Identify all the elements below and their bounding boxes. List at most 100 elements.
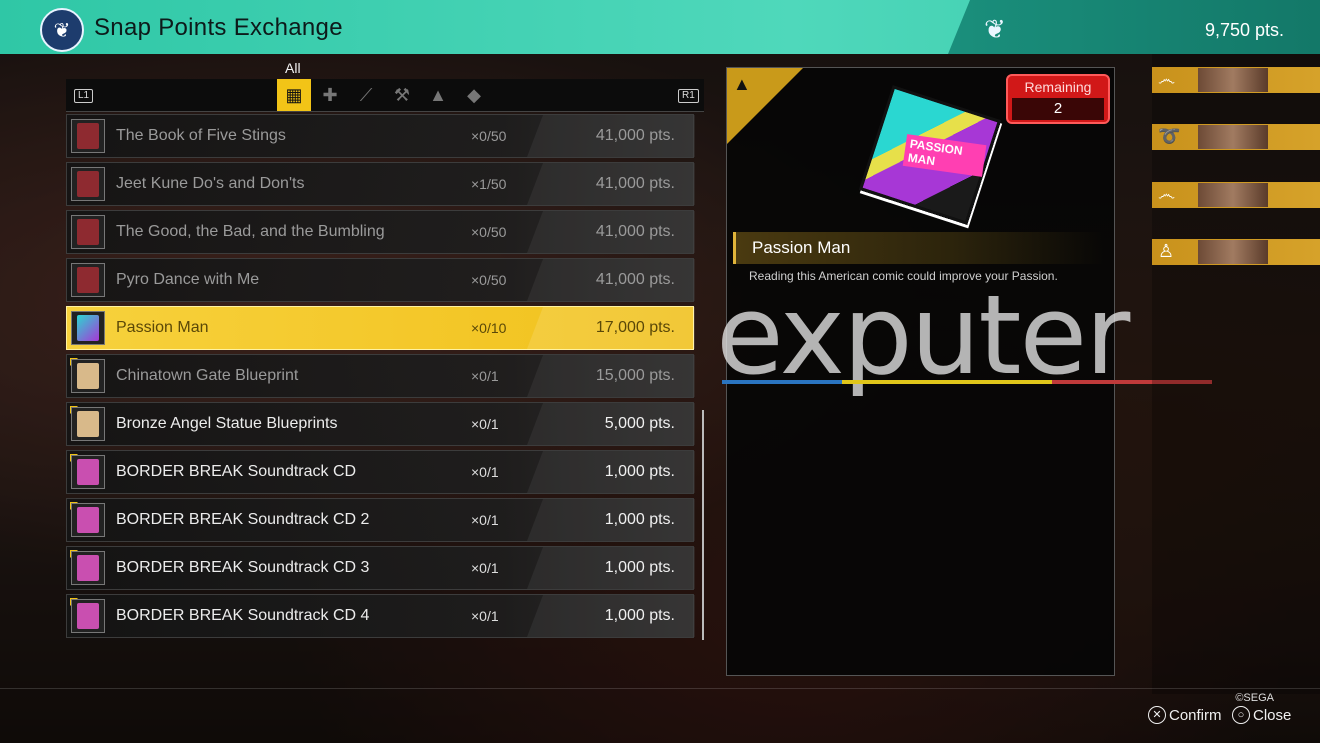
item-price: 5,000 pts.: [604, 415, 675, 432]
item-name: Bronze Angel Statue Blueprints: [116, 415, 338, 432]
footer-divider: [0, 688, 1320, 689]
item-name: BORDER BREAK Soundtrack CD: [116, 463, 357, 480]
party-member[interactable]: ෴: [1152, 182, 1320, 208]
party-member[interactable]: ෴: [1152, 67, 1320, 93]
comic-book-icon: [71, 311, 105, 345]
avatar: [1198, 68, 1268, 92]
party-member[interactable]: ♙: [1152, 239, 1320, 265]
confirm-button[interactable]: ✕ Confirm: [1148, 706, 1222, 724]
whip-icon: ➰: [1158, 126, 1181, 146]
item-name: Chinatown Gate Blueprint: [116, 367, 299, 384]
item-name: The Book of Five Stings: [116, 127, 286, 144]
item-name: Pyro Dance with Me: [116, 271, 260, 288]
tab-all-grid-icon[interactable]: ▦: [277, 79, 311, 111]
blueprint-icon: [71, 359, 105, 393]
list-item[interactable]: Bronze Angel Statue Blueprints ×0/1 5,00…: [66, 402, 695, 446]
page-title: Snap Points Exchange: [94, 14, 343, 41]
item-qty: ×0/1: [471, 464, 499, 480]
party-panel: [1152, 54, 1320, 694]
party-member[interactable]: ➰: [1152, 124, 1320, 150]
item-qty: ×0/1: [471, 560, 499, 576]
butterfly-icon: ❦: [40, 8, 84, 52]
item-price: 1,000 pts.: [604, 463, 675, 480]
remaining-value: 2: [1012, 98, 1104, 120]
cd-case-icon: [71, 551, 105, 585]
tab-diamond-icon[interactable]: ◆: [457, 79, 491, 111]
points-butterfly-icon: ❦: [984, 14, 1006, 44]
item-name: BORDER BREAK Soundtrack CD 4: [116, 607, 370, 624]
item-qty: ×0/1: [471, 608, 499, 624]
red-book-icon: [71, 263, 105, 297]
list-item[interactable]: The Book of Five Stings ×0/50 41,000 pts…: [66, 114, 695, 158]
points-balance: 9,750 pts.: [1204, 20, 1284, 40]
cd-case-icon: [71, 455, 105, 489]
category-tab-bar: L1 ▦ ✚ ⟋ ⚒ ▲ ◆ R1: [66, 79, 704, 112]
close-label: Close: [1253, 706, 1292, 724]
remaining-badge: Remaining 2: [1006, 74, 1110, 124]
item-qty: ×0/50: [471, 224, 507, 240]
person-icon: ♙: [1158, 241, 1175, 261]
circle-button-icon: ○: [1232, 706, 1250, 724]
blueprint-icon: [71, 407, 105, 441]
item-price: 1,000 pts.: [604, 559, 675, 576]
list-item-selected[interactable]: Passion Man ×0/10 17,000 pts.: [66, 306, 695, 350]
list-scrollbar[interactable]: [702, 410, 704, 640]
tab-medicine-plus-icon[interactable]: ✚: [313, 79, 347, 111]
copyright: ©SEGA: [1235, 692, 1274, 704]
item-qty: ×0/10: [471, 320, 507, 336]
list-item[interactable]: Jeet Kune Do's and Don'ts ×1/50 41,000 p…: [66, 162, 695, 206]
detail-item-name: Passion Man: [752, 238, 851, 257]
list-item[interactable]: BORDER BREAK Soundtrack CD 2 ×0/1 1,000 …: [66, 498, 695, 542]
watermark-underline-yellow: [842, 380, 1052, 384]
item-price: 17,000 pts.: [595, 319, 675, 336]
list-item[interactable]: Pyro Dance with Me ×0/50 41,000 pts.: [66, 258, 695, 302]
item-price: 41,000 pts.: [595, 271, 675, 288]
item-name: Passion Man: [116, 319, 209, 336]
item-name: BORDER BREAK Soundtrack CD 3: [116, 559, 370, 576]
tab-stacked-bottles-icon[interactable]: ▲: [421, 79, 455, 111]
item-price: 1,000 pts.: [604, 607, 675, 624]
cd-case-icon: [71, 599, 105, 633]
close-button[interactable]: ○ Close: [1232, 706, 1291, 724]
comic-book-image: PASSION MAN: [858, 85, 1002, 225]
stacked-bottles-icon: ▲: [733, 74, 751, 94]
item-name: Jeet Kune Do's and Don'ts: [116, 175, 305, 192]
confirm-label: Confirm: [1169, 706, 1222, 724]
list-item[interactable]: BORDER BREAK Soundtrack CD 3 ×0/1 1,000 …: [66, 546, 695, 590]
list-item[interactable]: BORDER BREAK Soundtrack CD ×0/1 1,000 pt…: [66, 450, 695, 494]
list-item[interactable]: The Good, the Bad, and the Bumbling ×0/5…: [66, 210, 695, 254]
list-item[interactable]: BORDER BREAK Soundtrack CD 4 ×0/1 1,000 …: [66, 594, 695, 638]
watermark: exputer: [716, 271, 1130, 399]
item-price: 41,000 pts.: [595, 223, 675, 240]
item-name: BORDER BREAK Soundtrack CD 2: [116, 511, 370, 528]
active-tab-label: All: [285, 60, 301, 76]
avatar: [1198, 125, 1268, 149]
item-qty: ×0/1: [471, 368, 499, 384]
list-item[interactable]: Chinatown Gate Blueprint ×0/1 15,000 pts…: [66, 354, 695, 398]
cross-button-icon: ✕: [1148, 706, 1166, 724]
ear-icon: ෴: [1158, 69, 1176, 89]
red-book-icon: [71, 167, 105, 201]
cd-case-icon: [71, 503, 105, 537]
l1-button[interactable]: L1: [74, 89, 94, 103]
item-qty: ×0/50: [471, 272, 507, 288]
item-qty: ×0/50: [471, 128, 507, 144]
item-qty: ×0/1: [471, 416, 499, 432]
tab-knife-icon[interactable]: ⟋: [349, 79, 383, 111]
item-list: The Book of Five Stings ×0/50 41,000 pts…: [66, 114, 696, 642]
avatar: [1198, 240, 1268, 264]
r1-button[interactable]: R1: [678, 89, 699, 103]
avatar: [1198, 183, 1268, 207]
item-price: 1,000 pts.: [604, 511, 675, 528]
red-book-icon: [71, 215, 105, 249]
item-qty: ×1/50: [471, 176, 507, 192]
item-price: 41,000 pts.: [595, 175, 675, 192]
item-qty: ×0/1: [471, 512, 499, 528]
item-price: 41,000 pts.: [595, 127, 675, 144]
tab-hammer-icon[interactable]: ⚒: [385, 79, 419, 111]
ear-icon: ෴: [1158, 184, 1176, 204]
watermark-underline-blue: [722, 380, 842, 384]
red-book-icon: [71, 119, 105, 153]
item-name: The Good, the Bad, and the Bumbling: [116, 223, 385, 240]
item-price: 15,000 pts.: [595, 367, 675, 384]
